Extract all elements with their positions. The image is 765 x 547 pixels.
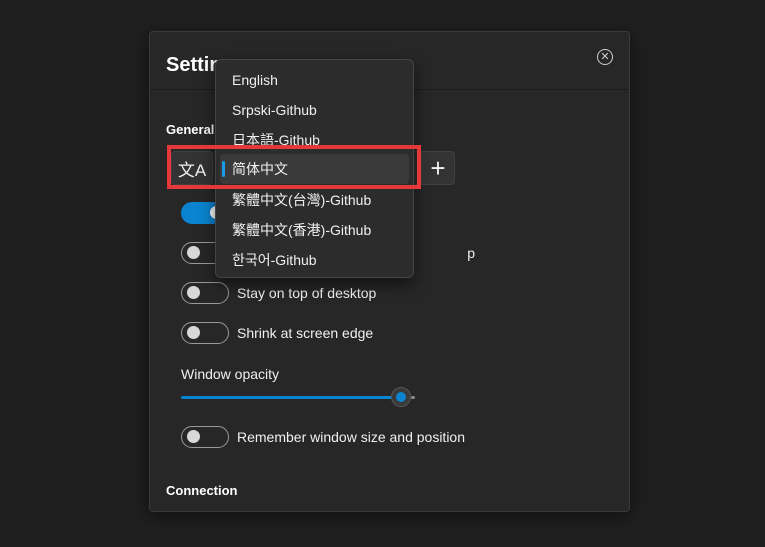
shrink-edge-label: Shrink at screen edge (237, 325, 374, 341)
toggle-knob (187, 246, 200, 259)
section-general-title: General (166, 122, 215, 137)
language-option-traditional-chinese-hongkong[interactable]: 繁體中文(香港)-Github (220, 215, 409, 245)
slider-track-fill (181, 396, 401, 399)
selection-highlight-box (167, 145, 421, 189)
toggle-knob (187, 286, 200, 299)
language-option-traditional-chinese-taiwan[interactable]: 繁體中文(台灣)-Github (220, 185, 409, 215)
window-opacity-slider[interactable] (181, 387, 415, 409)
toggle-knob (187, 326, 200, 339)
language-option-english[interactable]: English (220, 65, 409, 95)
remember-size-label: Remember window size and position (237, 429, 465, 445)
toggle-row-stay-on-top: Stay on top of desktop (181, 281, 376, 305)
close-icon[interactable]: ✕ (597, 49, 613, 65)
slider-thumb-dot (396, 392, 406, 402)
toggle-remember-size[interactable] (181, 426, 229, 448)
toggle-stay-on-top[interactable] (181, 282, 229, 304)
toggle-shrink-edge[interactable] (181, 322, 229, 344)
slider-track-rest (411, 396, 415, 399)
stay-on-top-label: Stay on top of desktop (237, 285, 377, 301)
language-option-korean[interactable]: 한국어-Github (220, 245, 409, 275)
section-connection-title: Connection (166, 483, 238, 498)
window-opacity-label: Window opacity (181, 366, 280, 382)
language-option-serbian[interactable]: Srpski-Github (220, 95, 409, 125)
toggle-row-remember-size: Remember window size and position (181, 425, 465, 449)
toggle-row-shrink-edge: Shrink at screen edge (181, 321, 373, 345)
toggle-label-2: p (467, 245, 475, 261)
slider-thumb[interactable] (391, 387, 411, 407)
toggle-knob (187, 430, 200, 443)
add-language-button[interactable]: + (421, 151, 455, 185)
